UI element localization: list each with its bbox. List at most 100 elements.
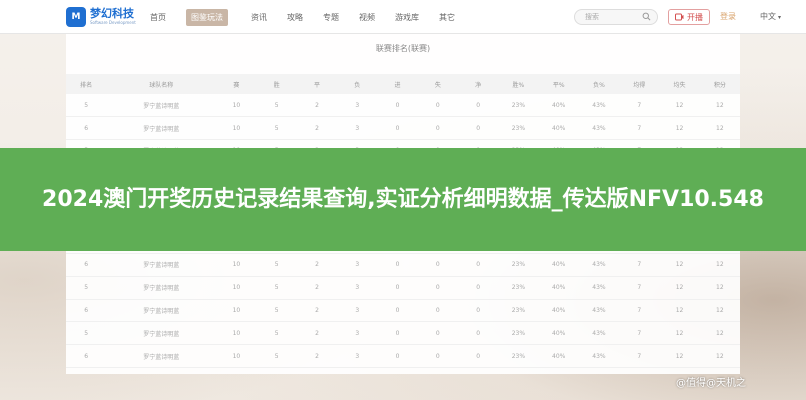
table-cell: 6 — [66, 299, 107, 323]
table-cell: 7 — [619, 299, 660, 323]
table-cell: 2 — [296, 344, 338, 369]
nav-item-1[interactable]: 图鉴玩法 — [186, 8, 228, 26]
table-cell: 23% — [498, 344, 539, 369]
table-cell: 6 — [66, 116, 107, 141]
nav-item-5[interactable]: 视频 — [359, 12, 375, 23]
table-cell: 0 — [377, 299, 418, 323]
table-cell: 5 — [256, 94, 297, 118]
table-cell: 7 — [619, 116, 660, 141]
table-cell: 40% — [538, 116, 579, 141]
table-cell: 0 — [417, 253, 458, 277]
start-stream-button[interactable]: 开播 — [668, 9, 710, 25]
table-cell: 5 — [256, 344, 297, 369]
table-cell: 40% — [538, 344, 579, 369]
column-header: 进 — [377, 74, 418, 94]
table-cell: 0 — [377, 344, 418, 369]
title-banner: 2024澳门开奖历史记录结果查询,实证分析细明数据_传达版NFV10.548 — [0, 148, 806, 251]
table-cell: 3 — [337, 94, 378, 118]
column-header: 负 — [337, 74, 378, 94]
table-cell: 43% — [578, 253, 620, 277]
banner-title: 2024澳门开奖历史记录结果查询,实证分析细明数据_传达版NFV10.548 — [42, 186, 764, 212]
table-cell: 0 — [377, 116, 418, 141]
table-cell: 43% — [578, 299, 620, 323]
nav-item-2[interactable]: 资讯 — [251, 12, 267, 23]
table-cell: 12 — [659, 344, 700, 369]
table-cell: 10 — [216, 299, 257, 323]
table-cell: 7 — [619, 94, 660, 118]
chevron-down-icon: ▾ — [228, 13, 232, 21]
table-cell: 0 — [457, 299, 499, 323]
column-header: 净 — [457, 74, 499, 94]
table-row[interactable]: 5罗宁蓝诗明蓝1052300023%40%43%71212 — [66, 276, 740, 300]
table-cell: 12 — [699, 299, 740, 323]
table-row[interactable]: 6罗宁蓝诗明蓝1052300023%40%43%71212 — [66, 299, 740, 323]
table-cell: 40% — [538, 253, 579, 277]
table-cell: 0 — [457, 321, 499, 346]
table-cell: 12 — [659, 253, 700, 277]
table-cell: 2 — [296, 299, 338, 323]
table-cell: 40% — [538, 321, 579, 346]
nav-item-3[interactable]: 攻略 — [287, 12, 303, 23]
column-header: 球队名称 — [106, 74, 217, 94]
table-cell: 10 — [216, 344, 257, 369]
column-header: 胜% — [498, 74, 539, 94]
table-cell: 3 — [337, 276, 378, 300]
logo-mark-icon: M — [66, 6, 86, 27]
table-row[interactable]: 6罗宁蓝诗明蓝1052300023%40%43%71212 — [66, 116, 740, 141]
chevron-down-icon: ▾ — [778, 14, 782, 21]
table-cell: 0 — [457, 116, 499, 141]
nav-item-7[interactable]: 其它 — [439, 12, 455, 23]
table-cell: 2 — [296, 253, 338, 277]
table-cell: 10 — [216, 94, 257, 118]
table-row[interactable]: 6罗宁蓝诗明蓝1052300023%40%43%71212 — [66, 344, 740, 369]
table-cell: 23% — [498, 321, 539, 346]
table-cell: 43% — [578, 276, 620, 300]
table-cell: 0 — [417, 276, 458, 300]
table-cell: 23% — [498, 276, 539, 300]
table-cell: 0 — [417, 344, 458, 369]
search-placeholder: 搜索 — [585, 13, 599, 21]
table-cell: 7 — [619, 276, 660, 300]
video-icon — [675, 13, 684, 21]
table-cell: 0 — [457, 344, 499, 369]
table-cell: 2 — [296, 276, 338, 300]
table-cell: 23% — [498, 94, 539, 118]
table-cell: 0 — [457, 276, 499, 300]
table-cell: 12 — [659, 276, 700, 300]
table-cell: 12 — [659, 321, 700, 346]
table-cell: 5 — [66, 276, 107, 300]
nav-item-6[interactable]: 游戏库 — [395, 12, 419, 23]
login-link[interactable]: 登录 — [720, 11, 736, 22]
table-cell: 0 — [377, 276, 418, 300]
table-cell: 23% — [498, 253, 539, 277]
table-cell: 5 — [256, 321, 297, 346]
table-cell: 6 — [66, 253, 107, 277]
table-cell: 0 — [457, 94, 499, 118]
column-header: 排名 — [66, 74, 107, 94]
main-nav: 首页 图鉴玩法 ▾ 资讯 攻略 专题 视频 游戏库 其它 — [150, 0, 475, 34]
table-row[interactable]: 6罗宁蓝诗明蓝1052300023%40%43%71212 — [66, 253, 740, 277]
table-cell: 0 — [377, 321, 418, 346]
panel-title: 联赛排名(联赛) — [375, 44, 431, 53]
search-icon[interactable] — [642, 12, 651, 21]
logo-subtitle: Software Development — [90, 20, 136, 25]
table-row[interactable]: 5罗宁蓝诗明蓝1052300023%40%43%71212 — [66, 321, 740, 346]
table-cell: 43% — [578, 344, 620, 369]
table-cell: 10 — [216, 321, 257, 346]
nav-item-4[interactable]: 专题 — [323, 12, 339, 23]
table-cell: 0 — [457, 253, 499, 277]
table-cell: 12 — [699, 344, 740, 369]
table-row[interactable]: 5罗宁蓝诗明蓝1052300023%40%43%71212 — [66, 94, 740, 118]
brand-logo[interactable]: M 梦幻科技 Software Development — [66, 0, 136, 34]
nav-item-0[interactable]: 首页 — [150, 12, 166, 23]
table-cell: 0 — [417, 116, 458, 141]
search-input[interactable]: 搜索 — [574, 9, 658, 25]
table-cell: 12 — [699, 276, 740, 300]
table-cell: 5 — [256, 253, 297, 277]
table-cell: 7 — [619, 344, 660, 369]
table-cell: 6 — [66, 344, 107, 369]
language-selector[interactable]: 中文 ▾ — [760, 11, 781, 22]
table-cell: 23% — [498, 299, 539, 323]
table-cell: 罗宁蓝诗明蓝 — [106, 116, 217, 141]
table-cell: 12 — [659, 94, 700, 118]
